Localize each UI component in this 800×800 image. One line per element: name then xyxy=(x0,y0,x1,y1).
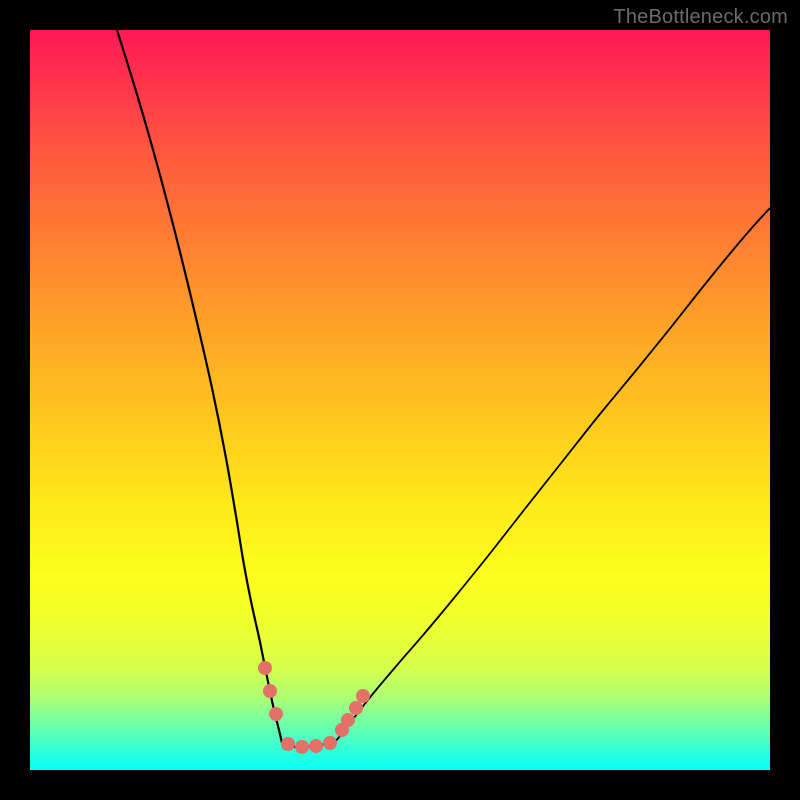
left-curve-line xyxy=(117,30,282,743)
marker-dot xyxy=(349,701,363,715)
chart-svg xyxy=(30,30,770,770)
watermark-text: TheBottleneck.com xyxy=(613,6,788,29)
marker-dot xyxy=(263,684,277,698)
right-curve-line xyxy=(334,208,770,743)
chart-plot-area xyxy=(30,30,770,770)
marker-group xyxy=(258,661,370,754)
marker-dot xyxy=(356,689,370,703)
marker-dot xyxy=(258,661,272,675)
marker-dot xyxy=(309,739,323,753)
marker-dot xyxy=(281,737,295,751)
marker-dot xyxy=(341,713,355,727)
marker-dot xyxy=(295,740,309,754)
marker-dot xyxy=(323,736,337,750)
marker-dot xyxy=(269,707,283,721)
